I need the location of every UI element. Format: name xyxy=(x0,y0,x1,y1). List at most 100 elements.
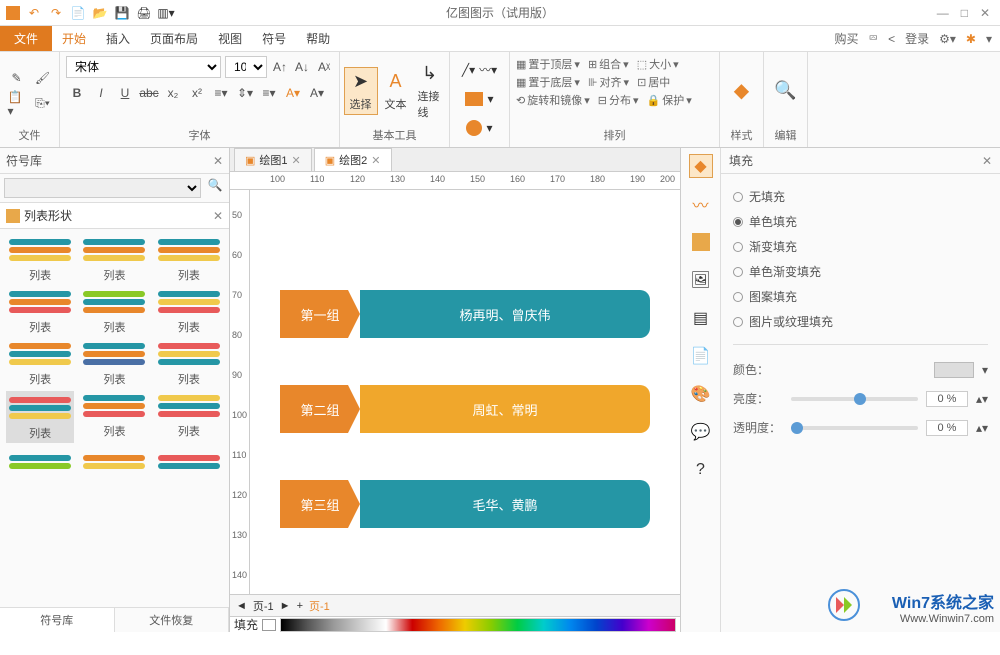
curve-shape-icon[interactable]: 〰▾ xyxy=(479,61,497,78)
bullets-button[interactable]: ≡▾ xyxy=(212,84,230,102)
gallery-item[interactable]: 列表 xyxy=(80,235,148,283)
brush-icon[interactable]: 🖌 xyxy=(34,69,52,87)
minimize-button[interactable]: — xyxy=(937,6,949,20)
no-fill-swatch[interactable] xyxy=(262,619,276,631)
redo-icon[interactable]: ↷ xyxy=(48,5,64,21)
circle-drop[interactable]: ▾ xyxy=(486,121,492,135)
subscript-button[interactable]: x₂ xyxy=(164,84,182,102)
opacity-slider[interactable] xyxy=(791,426,918,430)
page-nav-next[interactable]: ► xyxy=(280,600,291,612)
rect-drop[interactable]: ▾ xyxy=(487,92,493,106)
gallery-item[interactable] xyxy=(80,447,148,477)
maximize-button[interactable]: □ xyxy=(961,6,968,20)
fill-option-none[interactable]: 无填充 xyxy=(733,184,988,209)
fill-option-pattern[interactable]: 图案填充 xyxy=(733,284,988,309)
buy-link[interactable]: 购买 xyxy=(834,30,858,47)
bold-button[interactable]: B xyxy=(68,84,86,102)
align-button2[interactable]: ⊪ 对齐▾ xyxy=(588,74,629,90)
copy-icon[interactable]: ⎘▾ xyxy=(34,95,52,113)
print-icon[interactable]: 🖨 xyxy=(136,5,152,21)
menu-tab-symbol[interactable]: 符号 xyxy=(252,26,296,51)
gallery-item[interactable]: 列表 xyxy=(6,339,74,387)
align-button[interactable]: ≡▾ xyxy=(260,84,278,102)
paste-icon[interactable]: 📋▾ xyxy=(8,95,26,113)
symbol-category-header[interactable]: 列表形状 ✕ xyxy=(0,203,229,229)
brightness-slider[interactable] xyxy=(791,397,918,401)
connector-tool[interactable]: ↳连接线 xyxy=(414,60,446,122)
increase-font-icon[interactable]: A↑ xyxy=(271,58,289,76)
drawing-canvas[interactable]: 第一组 杨再明、曾庆伟 第二组 周虹、常明 第三组 毛华、黄鹏 xyxy=(250,190,680,594)
doc-tab-1[interactable]: ▣绘图1✕ xyxy=(234,148,312,171)
undo-icon[interactable]: ↶ xyxy=(26,5,42,21)
close-button[interactable]: ✕ xyxy=(980,6,990,20)
menu-tab-help[interactable]: 帮助 xyxy=(296,26,340,51)
tab-close-icon[interactable]: ✕ xyxy=(292,154,301,167)
circle-shape-icon[interactable] xyxy=(466,120,482,136)
feedback-icon[interactable]: < xyxy=(888,32,895,46)
gallery-item[interactable]: 列表 xyxy=(6,391,74,443)
page-nav-prev[interactable]: ◄ xyxy=(236,600,247,612)
gallery-item[interactable] xyxy=(155,447,223,477)
opacity-value[interactable]: 0 % xyxy=(926,420,968,436)
size-button[interactable]: ⬚ 大小▾ xyxy=(637,56,679,72)
superscript-button[interactable]: x² xyxy=(188,84,206,102)
theme-tab-icon[interactable]: 🎨 xyxy=(689,382,713,406)
strike-button[interactable]: abc xyxy=(140,84,158,102)
gallery-item[interactable]: 列表 xyxy=(155,391,223,443)
font-color-button[interactable]: A▾ xyxy=(308,84,326,102)
gallery-item[interactable]: 列表 xyxy=(80,287,148,335)
brightness-value[interactable]: 0 % xyxy=(926,391,968,407)
find-icon[interactable]: 🔍 xyxy=(774,80,796,101)
bring-front-button[interactable]: ▦ 置于顶层▾ xyxy=(516,56,580,72)
decrease-font-icon[interactable]: A↓ xyxy=(293,58,311,76)
list-shape-1[interactable]: 第一组 杨再明、曾庆伟 xyxy=(280,290,650,338)
page-tab-2[interactable]: 页-1 xyxy=(309,598,330,614)
rect-shape-icon[interactable] xyxy=(465,92,483,106)
italic-button[interactable]: I xyxy=(92,84,110,102)
category-close-icon[interactable]: ✕ xyxy=(213,209,223,223)
menu-file[interactable]: 文件 xyxy=(0,26,52,51)
style-icon[interactable]: ◆ xyxy=(734,78,749,103)
gallery-item[interactable]: 列表 xyxy=(155,287,223,335)
brightness-spin[interactable]: ▴▾ xyxy=(976,392,988,406)
font-size-select[interactable]: 10 xyxy=(225,56,267,78)
fill-tab-icon[interactable]: ◆ xyxy=(689,154,713,178)
settings-icon[interactable]: ⚙▾ xyxy=(939,32,956,46)
gallery-item[interactable]: 列表 xyxy=(155,339,223,387)
symbol-search-select[interactable] xyxy=(4,178,201,198)
rotate-button[interactable]: ⟲ 旋转和镜像▾ xyxy=(516,92,590,108)
gallery-item[interactable]: 列表 xyxy=(80,339,148,387)
share-icon[interactable]: ⮹ xyxy=(868,31,878,46)
menu-dropdown-icon[interactable]: ▾ xyxy=(986,32,992,46)
fill-option-monograd[interactable]: 单色渐变填充 xyxy=(733,259,988,284)
highlight-button[interactable]: A▾ xyxy=(284,84,302,102)
fill-option-texture[interactable]: 图片或纹理填充 xyxy=(733,309,988,334)
distribute-button[interactable]: ⊟ 分布▾ xyxy=(598,92,639,108)
comment-tab-icon[interactable]: 💬 xyxy=(689,420,713,444)
fill-option-solid[interactable]: 单色填充 xyxy=(733,209,988,234)
tab-file-recovery[interactable]: 文件恢复 xyxy=(115,608,230,632)
color-picker[interactable] xyxy=(934,362,974,378)
list-shape-3[interactable]: 第三组 毛华、黄鹏 xyxy=(280,480,650,528)
color-drop[interactable]: ▾ xyxy=(982,363,988,377)
page-tab-1[interactable]: 页-1 xyxy=(253,598,274,614)
line-shape-icon[interactable]: ╱▾ xyxy=(462,63,475,77)
menu-tab-insert[interactable]: 插入 xyxy=(96,26,140,51)
select-tool[interactable]: ➤选择 xyxy=(344,67,378,115)
image-tab-icon[interactable]: 🖼 xyxy=(689,268,713,292)
fill-option-gradient[interactable]: 渐变填充 xyxy=(733,234,988,259)
new-icon[interactable]: 📄 xyxy=(70,5,86,21)
layer-tab-icon[interactable]: ▤ xyxy=(689,306,713,330)
tab-symbol-lib[interactable]: 符号库 xyxy=(0,608,115,632)
add-page-icon[interactable]: + xyxy=(297,600,303,612)
shape-tab-icon[interactable] xyxy=(689,230,713,254)
underline-button[interactable]: U xyxy=(116,84,134,102)
save-icon[interactable]: 💾 xyxy=(114,5,130,21)
line-tab-icon[interactable]: 〰 xyxy=(689,192,713,216)
text-tool[interactable]: A文本 xyxy=(380,68,412,114)
clear-format-icon[interactable]: Aᵡ xyxy=(315,58,333,76)
group-button[interactable]: ⊞ 组合▾ xyxy=(588,56,629,72)
gallery-item[interactable]: 列表 xyxy=(155,235,223,283)
export-icon[interactable]: ▥▾ xyxy=(158,5,174,21)
format-painter-icon[interactable]: ✎ xyxy=(8,69,26,87)
